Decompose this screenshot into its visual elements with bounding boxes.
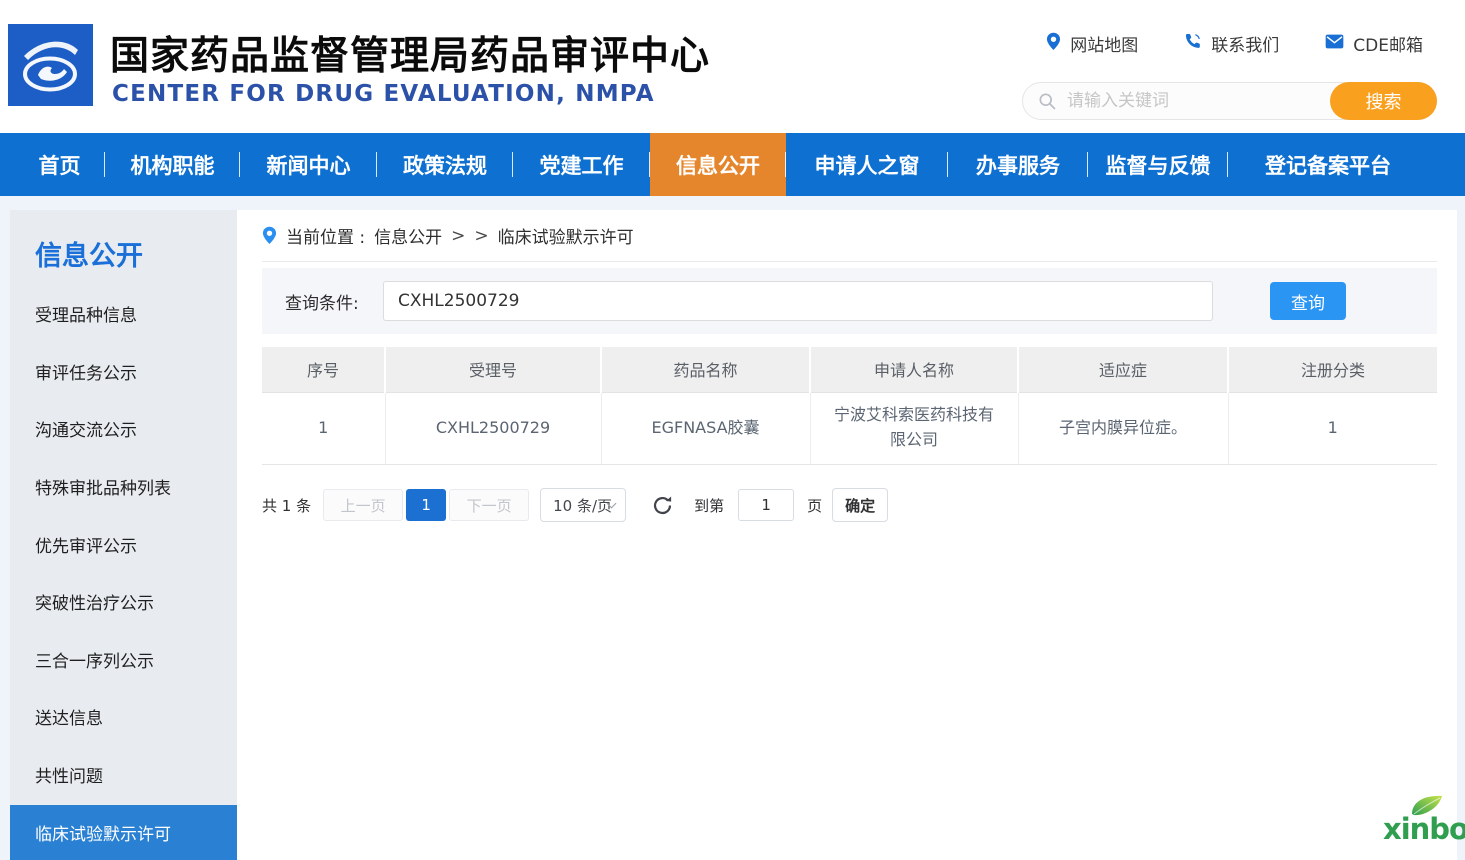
xinbo-logo-text: xinbo: [1383, 812, 1465, 846]
sidebar-item-accepted-varieties[interactable]: 受理品种信息: [10, 285, 237, 343]
breadcrumb-current: 临床试验默示许可: [498, 223, 634, 248]
page-size-selected-value: 10 条/页: [553, 495, 612, 516]
swan-logo-icon: [8, 22, 93, 108]
xinbo-watermark: xinbo: [1383, 796, 1465, 852]
breadcrumb: 当前位置 : 信息公开 > > 临床试验默示许可: [262, 210, 1437, 262]
site-subtitle: CENTER FOR DRUG EVALUATION, NMPA: [112, 81, 655, 107]
goto-page-prefix: 到第: [694, 495, 724, 516]
breadcrumb-prefix: 当前位置 :: [286, 223, 365, 248]
cell-acceptance-number: CXHL2500729: [385, 392, 601, 464]
sidebar-title: 信息公开: [35, 234, 237, 273]
sitemap-link[interactable]: 网站地图: [1046, 31, 1138, 56]
col-serial-number: 序号: [262, 347, 385, 392]
cell-applicant-name: 宁波艾科索医药科技有限公司: [810, 392, 1018, 464]
nav-item-news[interactable]: 新闻中心: [240, 133, 377, 196]
pagination: 共 1 条 上一页 1 下一页 10 条/页 到第 页 确定: [262, 488, 1437, 522]
cell-indication: 子宫内膜异位症。: [1018, 392, 1228, 464]
sidebar-item-clinical-trial-implied-license[interactable]: 临床试验默示许可: [10, 805, 237, 860]
breadcrumb-separator: >: [451, 226, 465, 246]
nav-item-applicant-window[interactable]: 申请人之窗: [786, 133, 948, 196]
col-acceptance-number: 受理号: [385, 347, 601, 392]
quick-links: 网站地图 联系我们 CDE邮箱: [1046, 31, 1423, 56]
phone-icon: [1184, 32, 1202, 55]
col-drug-name: 药品名称: [601, 347, 810, 392]
location-pin-icon: [262, 226, 277, 245]
search-button[interactable]: 搜索: [1330, 82, 1437, 120]
sidebar-item-special-approval[interactable]: 特殊审批品种列表: [10, 458, 237, 516]
nav-item-functions[interactable]: 机构职能: [105, 133, 240, 196]
nav-item-policies[interactable]: 政策法规: [377, 133, 513, 196]
content-area: 信息公开 受理品种信息 审评任务公示 沟通交流公示 特殊审批品种列表 优先审评公…: [0, 196, 1465, 860]
location-pin-icon: [1046, 32, 1061, 56]
table-row: 1 CXHL2500729 EGFNASA胶囊 宁波艾科索医药科技有限公司 子宫…: [262, 392, 1437, 464]
sidebar-item-review-tasks[interactable]: 审评任务公示: [10, 343, 237, 401]
sidebar-item-three-in-one[interactable]: 三合一序列公示: [10, 631, 237, 689]
sitemap-link-label: 网站地图: [1070, 31, 1138, 56]
sidebar-item-delivery-info[interactable]: 送达信息: [10, 688, 237, 746]
site-title: 国家药品监督管理局药品审评中心: [110, 25, 710, 81]
cde-mail-link-label: CDE邮箱: [1353, 31, 1423, 56]
main-nav: 首页 机构职能 新闻中心 政策法规 党建工作 信息公开 申请人之窗 办事服务 监…: [0, 133, 1465, 196]
nav-item-party[interactable]: 党建工作: [513, 133, 650, 196]
next-page-button[interactable]: 下一页: [449, 489, 529, 521]
page-number-button[interactable]: 1: [406, 489, 446, 521]
nav-item-registration-platform[interactable]: 登记备案平台: [1228, 133, 1428, 196]
page-size-select[interactable]: 10 条/页: [540, 488, 626, 522]
col-applicant-name: 申请人名称: [810, 347, 1018, 392]
cell-serial-number: 1: [262, 392, 385, 464]
contact-link[interactable]: 联系我们: [1184, 31, 1279, 56]
results-table: 序号 受理号 药品名称 申请人名称 适应症 注册分类 1 CXHL2500729…: [262, 347, 1437, 465]
query-condition-label: 查询条件:: [285, 268, 359, 334]
cde-mail-link[interactable]: CDE邮箱: [1325, 31, 1423, 56]
goto-page-input[interactable]: [738, 489, 794, 521]
envelope-icon: [1325, 34, 1344, 54]
goto-page-suffix: 页: [807, 495, 822, 516]
query-panel: 查询条件: 查询: [262, 268, 1437, 334]
search-icon: [1037, 91, 1057, 111]
cell-drug-name: EGFNASA胶囊: [601, 392, 810, 464]
header: 国家药品监督管理局药品审评中心 CENTER FOR DRUG EVALUATI…: [0, 0, 1465, 133]
col-indication: 适应症: [1018, 347, 1228, 392]
nav-item-home[interactable]: 首页: [14, 133, 105, 196]
sidebar-list: 受理品种信息 审评任务公示 沟通交流公示 特殊审批品种列表 优先审评公示 突破性…: [10, 285, 237, 803]
search-bar: 搜索: [1022, 82, 1437, 120]
sidebar-item-priority-review[interactable]: 优先审评公示: [10, 515, 237, 573]
contact-link-label: 联系我们: [1211, 31, 1279, 56]
nav-item-supervision[interactable]: 监督与反馈: [1088, 133, 1228, 196]
refresh-icon[interactable]: [651, 494, 674, 517]
sidebar: 信息公开 受理品种信息 审评任务公示 沟通交流公示 特殊审批品种列表 优先审评公…: [10, 210, 237, 860]
prev-page-button[interactable]: 上一页: [323, 489, 403, 521]
nav-item-info-disclosure[interactable]: 信息公开: [650, 133, 786, 196]
sidebar-item-communication[interactable]: 沟通交流公示: [10, 400, 237, 458]
main-panel: 当前位置 : 信息公开 > > 临床试验默示许可 查询条件: 查询 序号 受理号…: [237, 210, 1457, 860]
query-button[interactable]: 查询: [1270, 282, 1346, 320]
col-registration-category: 注册分类: [1228, 347, 1437, 392]
nav-item-services[interactable]: 办事服务: [948, 133, 1088, 196]
sidebar-item-breakthrough-therapy[interactable]: 突破性治疗公示: [10, 573, 237, 631]
breadcrumb-separator: >: [474, 226, 488, 246]
query-condition-input[interactable]: [383, 281, 1213, 321]
table-header-row: 序号 受理号 药品名称 申请人名称 适应症 注册分类: [262, 347, 1437, 392]
total-count-label: 共 1 条: [262, 495, 311, 516]
confirm-button[interactable]: 确定: [832, 488, 888, 522]
sidebar-item-common-questions[interactable]: 共性问题: [10, 746, 237, 804]
cde-logo[interactable]: [8, 24, 93, 106]
cell-registration-category: 1: [1228, 392, 1437, 464]
breadcrumb-section[interactable]: 信息公开: [374, 223, 442, 248]
